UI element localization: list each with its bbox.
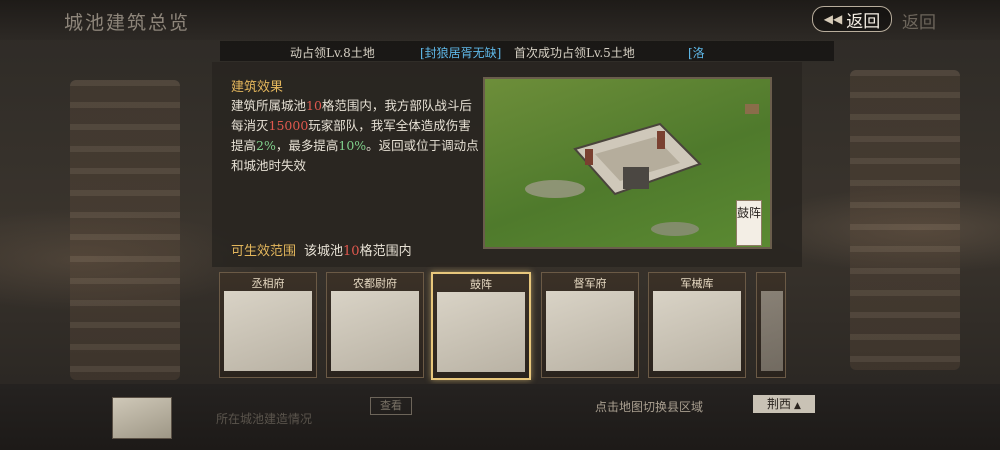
back-button-label: 返回	[846, 11, 881, 32]
range-text-b: 格范围内	[359, 244, 412, 259]
building-card-agriculture[interactable]: 农都尉府	[326, 272, 424, 378]
effect-max-percent: 10%	[338, 138, 367, 153]
range-label: 可生效范围	[231, 244, 297, 259]
ticker-text-1: 动占领Lv.8土地	[290, 46, 375, 60]
effect-text-a: 建筑所属城池	[231, 98, 307, 113]
ticker-text-2: 首次成功占领Lv.5土地	[514, 46, 635, 60]
back-arrow-icon: ◀◀	[823, 12, 843, 26]
effect-text-d: ，最多提高	[275, 138, 339, 153]
building-thumbnail	[224, 291, 312, 371]
card-label: 农都尉府	[353, 277, 397, 290]
building-thumbnail	[546, 291, 634, 371]
building-thumbnail	[331, 291, 419, 371]
region-select-button[interactable]: 荆西 ▲	[753, 395, 815, 413]
building-card-drum-array[interactable]: 鼓阵	[431, 272, 531, 380]
range-number: 10	[343, 244, 360, 259]
effect-description: 建筑所属城池10格范围内，我方部队战斗后每消灭15000玩家部队，我军全体造成伤…	[231, 96, 481, 176]
effective-range: 可生效范围 该城池10格范围内	[231, 240, 412, 259]
city-build-status: 所在城池建造情况	[216, 412, 313, 426]
ticker-text-3: [洛	[688, 46, 705, 60]
effect-title: 建筑效果	[231, 80, 284, 95]
news-ticker: 动占领Lv.8土地 [封狼居胥无缺] 首次成功占领Lv.5土地 [洛	[220, 41, 834, 61]
fortress-illustration	[525, 104, 759, 236]
city-thumbnail	[112, 397, 172, 439]
card-label: 鼓阵	[470, 278, 492, 291]
card-label: 丞相府	[251, 277, 285, 290]
building-thumbnail	[437, 292, 525, 372]
building-card-armory[interactable]: 军械库	[648, 272, 746, 378]
effect-range-number: 10	[306, 98, 322, 113]
page-title: 城池建筑总览	[64, 12, 191, 34]
triangle-up-icon: ▲	[794, 401, 801, 411]
effect-kill-number: 15000	[268, 118, 309, 133]
preview-building-name: 鼓阵	[736, 200, 762, 246]
card-label: 军械库	[680, 277, 714, 290]
back-button[interactable]: ◀◀ 返回	[812, 6, 892, 32]
effect-percent: 2%	[256, 138, 276, 153]
region-label: 荆西	[767, 397, 792, 411]
back-ghost-label: 返回	[902, 13, 936, 33]
ticker-tag: [封狼居胥无缺]	[420, 46, 502, 60]
building-card-chancellor[interactable]: 丞相府	[219, 272, 317, 378]
building-card-supervisor[interactable]: 督军府	[541, 272, 639, 378]
card-label: 督军府	[573, 277, 607, 290]
building-thumbnail	[761, 291, 783, 371]
watchtower-right-decor	[850, 70, 960, 370]
view-button[interactable]: 查看	[370, 397, 412, 415]
watchtower-left-decor	[70, 80, 180, 380]
range-text-a: 该城池	[304, 244, 344, 259]
map-hint: 点击地图切换县区域	[595, 400, 704, 414]
building-thumbnail	[653, 291, 741, 371]
building-card-partial[interactable]	[756, 272, 786, 378]
building-preview-image	[483, 77, 772, 249]
